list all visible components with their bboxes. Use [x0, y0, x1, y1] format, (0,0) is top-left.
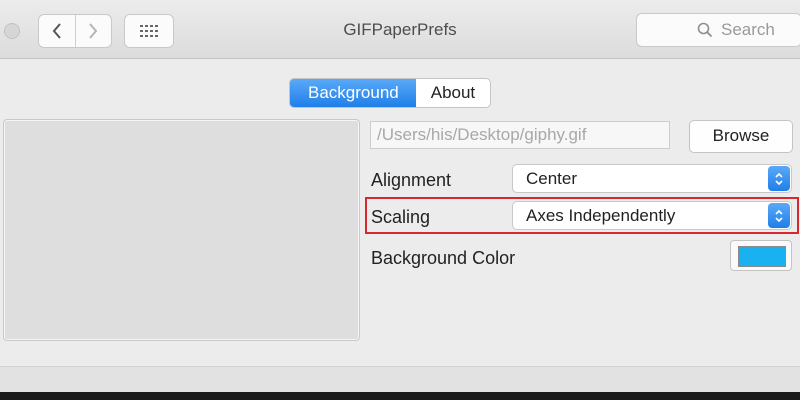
- show-all-button[interactable]: [124, 14, 174, 48]
- tab-background[interactable]: Background: [290, 79, 416, 107]
- grid-icon: [140, 25, 158, 37]
- back-button[interactable]: [39, 15, 75, 47]
- chevron-left-icon: [52, 23, 61, 39]
- browse-button[interactable]: Browse: [689, 120, 793, 153]
- alignment-value: Center: [526, 169, 578, 188]
- background-color-label: Background Color: [371, 248, 516, 268]
- gif-preview-area: [3, 119, 360, 341]
- navigation-buttons: [38, 14, 112, 48]
- window-title: GIFPaperPrefs: [343, 20, 457, 39]
- chevron-right-icon: [89, 23, 98, 39]
- scaling-select[interactable]: Axes Independently: [512, 201, 792, 230]
- close-window-button[interactable]: [4, 23, 20, 39]
- background-color-well[interactable]: [730, 240, 792, 271]
- file-path-field[interactable]: [370, 121, 670, 149]
- color-swatch: [738, 246, 786, 267]
- scaling-label: Scaling: [371, 207, 431, 227]
- popup-arrows-icon: [768, 166, 790, 191]
- title-bar: GIFPaperPrefs Search: [0, 0, 800, 59]
- tab-about[interactable]: About: [416, 79, 490, 107]
- search-placeholder: Search: [721, 20, 775, 39]
- forward-button[interactable]: [74, 15, 112, 47]
- popup-arrows-icon: [768, 203, 790, 228]
- preferences-window: GIFPaperPrefs Search Background About Br…: [0, 0, 800, 392]
- tab-bar: Background About: [289, 78, 492, 108]
- search-field[interactable]: Search: [636, 13, 800, 47]
- alignment-select[interactable]: Center: [512, 164, 792, 193]
- window-footer: [0, 366, 800, 392]
- search-icon: [697, 22, 713, 38]
- scaling-value: Axes Independently: [526, 206, 676, 225]
- alignment-label: Alignment: [371, 170, 452, 190]
